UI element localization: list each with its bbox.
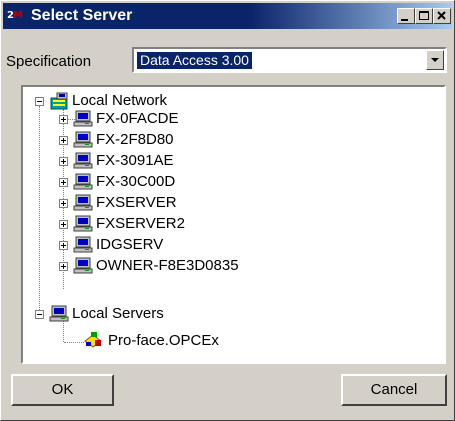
dropdown-button[interactable] (426, 50, 444, 70)
tree-node-label: FX-30C00D (96, 173, 176, 190)
specification-label: Specification (6, 53, 92, 70)
tree-node-label: FX-3091AE (96, 152, 174, 169)
collapse-icon[interactable] (35, 97, 44, 106)
tree-node-label: IDGSERV (96, 236, 164, 253)
computer-icon (73, 110, 93, 127)
opc-server-icon (84, 332, 102, 348)
computer-icon (73, 152, 93, 169)
computer-icon (49, 305, 69, 322)
tree-node-opc-server[interactable]: Pro-face.OPCEx (23, 329, 323, 349)
server-tree[interactable]: Local Network FX-0FACDE FX-2F8D80 FX-309… (21, 85, 446, 364)
tree-node-label: Pro-face.OPCEx (108, 332, 219, 349)
specification-selected-value: Data Access 3.00 (137, 52, 252, 69)
network-icon (50, 92, 68, 110)
expand-icon[interactable] (59, 262, 68, 271)
expand-icon[interactable] (59, 115, 68, 124)
minimize-icon (401, 19, 408, 21)
expand-icon[interactable] (59, 157, 68, 166)
computer-icon (73, 194, 93, 211)
tree-node-label: FX-0FACDE (96, 110, 179, 127)
tree-node-label: FXSERVER (96, 194, 177, 211)
tree-node-local-network[interactable]: Local Network (23, 92, 323, 110)
expand-icon[interactable] (59, 220, 68, 229)
tree-node-label: Local Servers (72, 305, 164, 322)
computer-icon (73, 215, 93, 232)
ok-button[interactable]: OK (11, 374, 114, 406)
tree-node-label: FX-2F8D80 (96, 131, 174, 148)
expand-icon[interactable] (59, 199, 68, 208)
tree-node-label: OWNER-F8E3D0835 (96, 257, 239, 274)
close-icon (437, 11, 446, 20)
cancel-button[interactable]: Cancel (341, 374, 447, 406)
computer-icon (73, 257, 93, 274)
expand-icon[interactable] (59, 178, 68, 187)
maximize-icon (419, 11, 429, 20)
app-icon-text-red: M (12, 10, 23, 21)
computer-icon (73, 173, 93, 190)
collapse-icon[interactable] (35, 310, 44, 319)
expand-icon[interactable] (59, 241, 68, 250)
tree-node-label: FXSERVER2 (96, 215, 185, 232)
expand-icon[interactable] (59, 136, 68, 145)
window-title: Select Server (31, 7, 133, 24)
tree-node-server[interactable]: IDGSERV (23, 236, 323, 254)
tree-node-server[interactable]: FXSERVER (23, 194, 323, 212)
tree-node-server[interactable]: FX-2F8D80 (23, 131, 323, 149)
tree-node-label: Local Network (72, 92, 168, 109)
tree-node-local-servers[interactable]: Local Servers (23, 305, 323, 323)
computer-icon (73, 236, 93, 253)
tree-node-server[interactable]: FX-3091AE (23, 152, 323, 170)
tree-node-server[interactable]: FX-30C00D (23, 173, 323, 191)
minimize-button[interactable] (397, 8, 415, 24)
tree-connector (64, 342, 84, 343)
select-server-dialog: 2M Select Server Specification Data Acce… (0, 0, 455, 421)
chevron-down-icon (431, 58, 439, 62)
app-icon: 2M (7, 8, 33, 24)
close-button[interactable] (433, 8, 451, 24)
tree-node-server[interactable]: FXSERVER2 (23, 215, 323, 233)
specification-select[interactable]: Data Access 3.00 (132, 47, 447, 73)
tree-node-server[interactable]: OWNER-F8E3D0835 (23, 257, 323, 275)
title-bar[interactable]: 2M Select Server (3, 3, 452, 29)
maximize-button[interactable] (415, 8, 433, 24)
computer-icon (73, 131, 93, 148)
tree-node-server[interactable]: FX-0FACDE (23, 110, 323, 128)
